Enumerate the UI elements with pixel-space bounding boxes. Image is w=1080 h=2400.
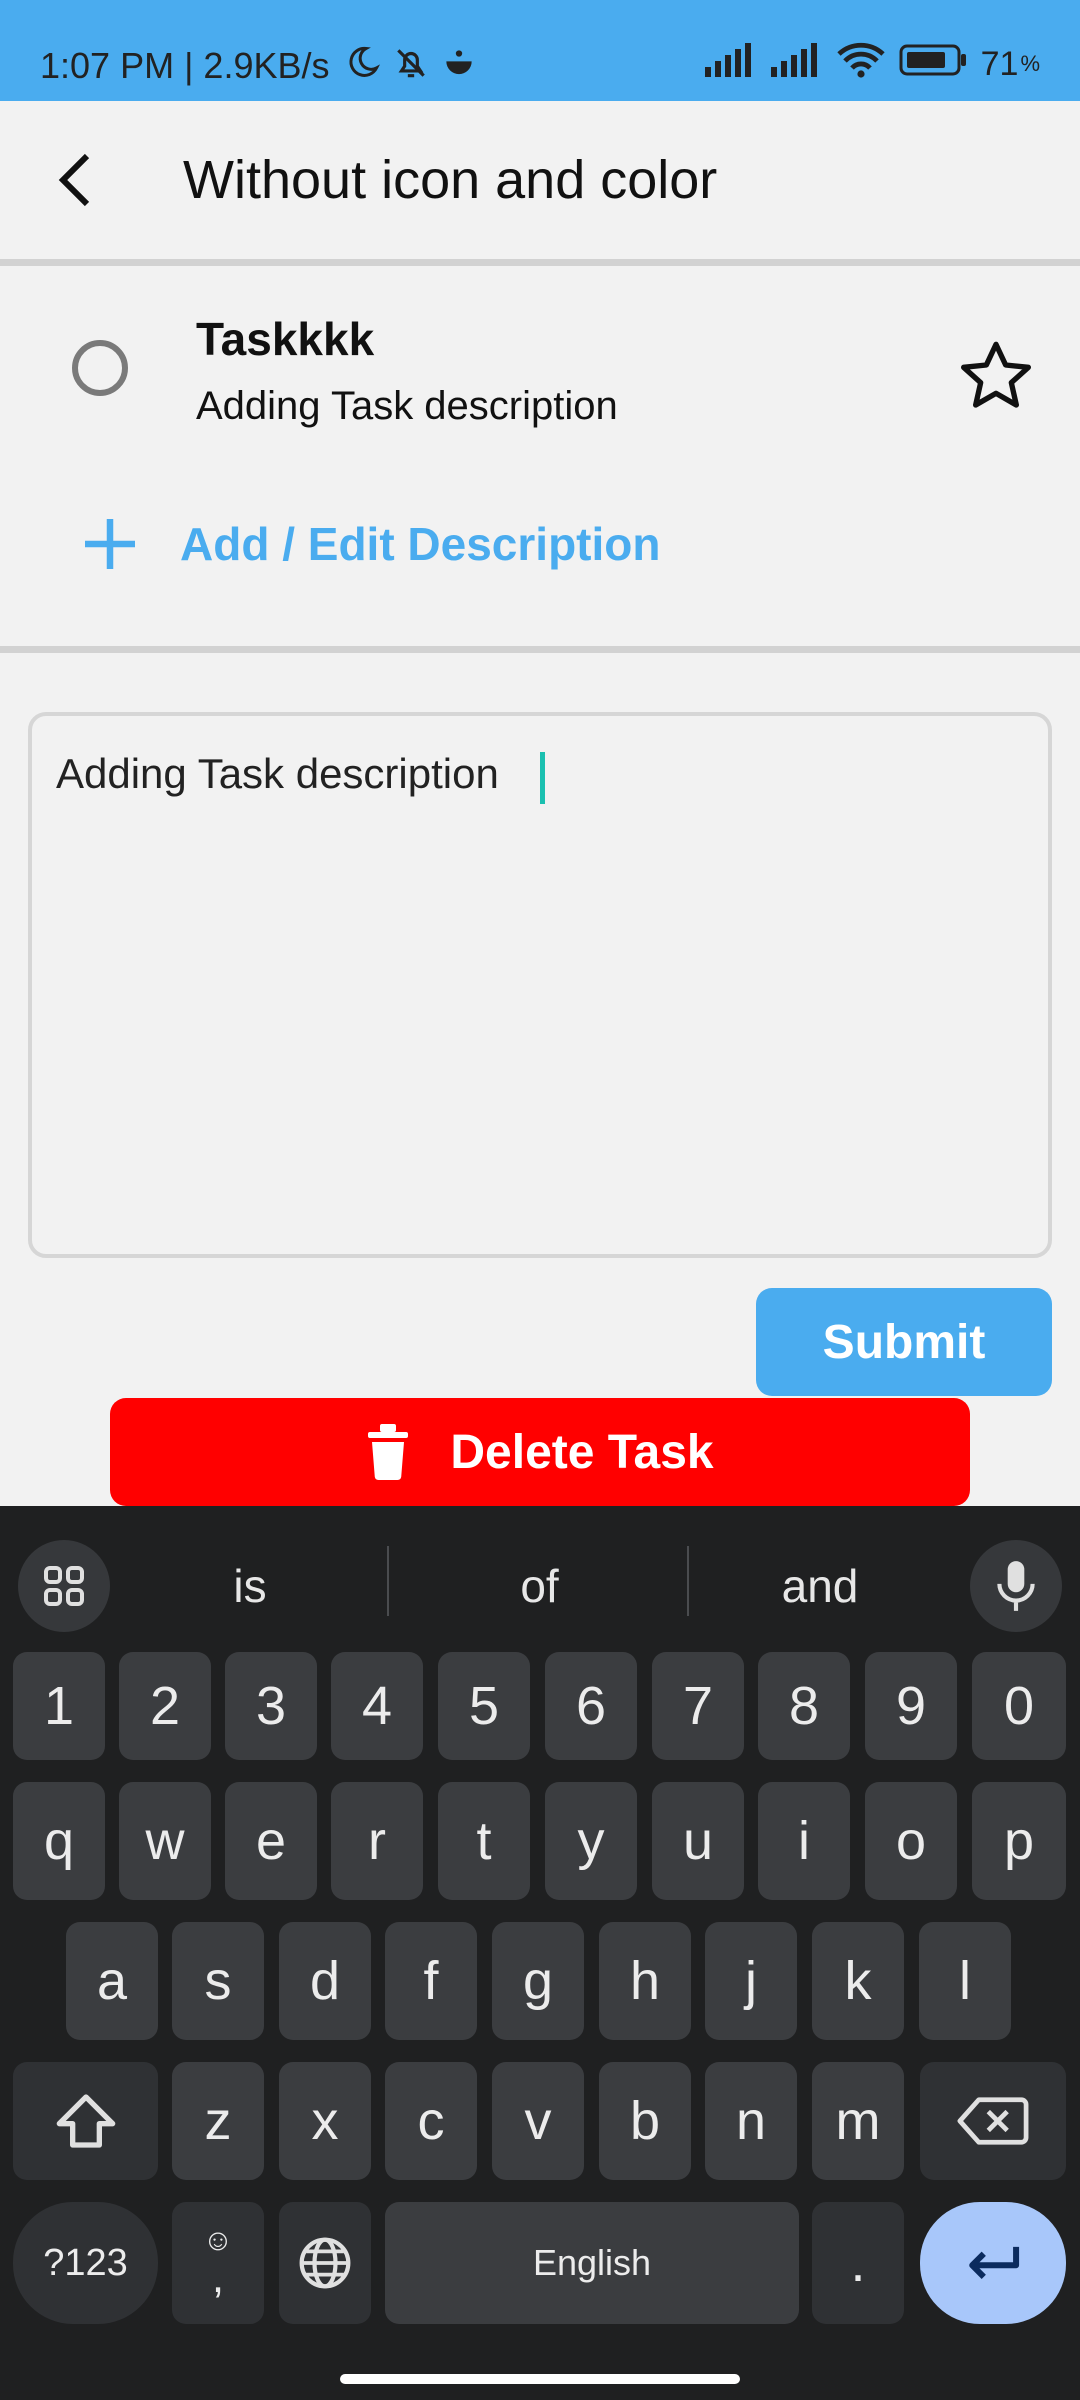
key-4[interactable]: 4 bbox=[331, 1652, 423, 1760]
task-title: Taskkkk bbox=[196, 313, 375, 365]
grid-icon bbox=[44, 1566, 84, 1606]
moon-icon bbox=[345, 44, 381, 85]
backspace-key[interactable] bbox=[920, 2062, 1066, 2180]
home-indicator[interactable] bbox=[340, 2374, 740, 2384]
app-bar: Without icon and color bbox=[0, 101, 1080, 259]
delete-task-button[interactable]: Delete Task bbox=[110, 1398, 970, 1506]
key-8[interactable]: 8 bbox=[758, 1652, 850, 1760]
key-z[interactable]: z bbox=[172, 2062, 264, 2180]
key-6[interactable]: 6 bbox=[545, 1652, 637, 1760]
status-right: 71% bbox=[704, 42, 1040, 86]
key-e[interactable]: e bbox=[225, 1782, 317, 1900]
key-r[interactable]: r bbox=[331, 1782, 423, 1900]
suggestion-2[interactable]: of bbox=[392, 1546, 687, 1626]
key-g[interactable]: g bbox=[492, 1922, 584, 2040]
key-1[interactable]: 1 bbox=[13, 1652, 105, 1760]
divider bbox=[0, 259, 1080, 266]
symbols-key[interactable]: ?123 bbox=[13, 2202, 158, 2324]
key-b[interactable]: b bbox=[599, 2062, 691, 2180]
key-k[interactable]: k bbox=[812, 1922, 904, 2040]
language-key[interactable] bbox=[279, 2202, 371, 2324]
text-caret bbox=[540, 752, 545, 804]
bell-off-icon bbox=[392, 44, 430, 87]
shift-icon bbox=[56, 2094, 115, 2148]
key-o[interactable]: o bbox=[865, 1782, 957, 1900]
key-l[interactable]: l bbox=[919, 1922, 1011, 2040]
back-button[interactable] bbox=[40, 145, 110, 215]
voice-input-button[interactable] bbox=[970, 1540, 1062, 1632]
suggestion-separator bbox=[387, 1546, 389, 1616]
star-icon bbox=[961, 341, 1031, 408]
signal-icon-2 bbox=[770, 43, 823, 85]
status-bar: 1:07 PM | 2.9KB/s 71% bbox=[0, 0, 1080, 101]
suggestion-3[interactable]: and bbox=[690, 1546, 950, 1626]
key-a[interactable]: a bbox=[66, 1922, 158, 2040]
page-title: Without icon and color bbox=[183, 150, 718, 210]
description-input-value: Adding Task description bbox=[56, 750, 499, 797]
key-u[interactable]: u bbox=[652, 1782, 744, 1900]
wifi-icon bbox=[836, 42, 885, 86]
shift-key[interactable] bbox=[13, 2062, 158, 2180]
microphone-icon bbox=[997, 1561, 1035, 1611]
key-w[interactable]: w bbox=[119, 1782, 211, 1900]
key-d[interactable]: d bbox=[279, 1922, 371, 2040]
key-p[interactable]: p bbox=[972, 1782, 1066, 1900]
add-edit-description-label: Add / Edit Description bbox=[180, 518, 661, 570]
suggestion-1[interactable]: is bbox=[110, 1546, 390, 1626]
back-arrow-icon bbox=[58, 153, 90, 207]
key-9[interactable]: 9 bbox=[865, 1652, 957, 1760]
space-key[interactable]: English bbox=[385, 2202, 799, 2324]
comma-key[interactable]: ☺ , bbox=[172, 2202, 264, 2324]
trash-icon bbox=[368, 1424, 409, 1480]
plus-icon bbox=[85, 519, 135, 569]
add-edit-description-button[interactable]: Add / Edit Description bbox=[80, 506, 660, 582]
key-t[interactable]: t bbox=[438, 1782, 530, 1900]
enter-icon bbox=[969, 2246, 1020, 2279]
task-description: Adding Task description bbox=[196, 384, 618, 428]
key-s[interactable]: s bbox=[172, 1922, 264, 2040]
battery-percent: 71 bbox=[980, 44, 1019, 83]
keyboard: is of and 1 2 3 4 5 6 7 8 9 0 q w e r t … bbox=[0, 1506, 1080, 2400]
battery-percent-unit: % bbox=[1020, 51, 1040, 76]
key-x[interactable]: x bbox=[279, 2062, 371, 2180]
status-time: 1:07 PM | 2.9KB/s bbox=[40, 45, 330, 86]
key-3[interactable]: 3 bbox=[225, 1652, 317, 1760]
app-notification-icon bbox=[440, 44, 478, 87]
suggestion-separator bbox=[687, 1546, 689, 1616]
key-2[interactable]: 2 bbox=[119, 1652, 211, 1760]
period-key[interactable]: . bbox=[812, 2202, 904, 2324]
submit-button[interactable]: Submit bbox=[756, 1288, 1052, 1396]
key-7[interactable]: 7 bbox=[652, 1652, 744, 1760]
keyboard-apps-button[interactable] bbox=[18, 1540, 110, 1632]
key-y[interactable]: y bbox=[545, 1782, 637, 1900]
star-button[interactable] bbox=[956, 336, 1036, 416]
task-complete-radio[interactable] bbox=[72, 340, 128, 396]
divider bbox=[0, 646, 1080, 653]
key-0[interactable]: 0 bbox=[972, 1652, 1066, 1760]
battery-icon bbox=[899, 43, 967, 85]
key-h[interactable]: h bbox=[599, 1922, 691, 2040]
signal-icon bbox=[704, 43, 757, 85]
key-f[interactable]: f bbox=[385, 1922, 477, 2040]
globe-icon bbox=[299, 2237, 351, 2289]
backspace-icon bbox=[957, 2097, 1029, 2145]
key-j[interactable]: j bbox=[705, 1922, 797, 2040]
emoji-icon: ☺ bbox=[202, 2224, 234, 2257]
key-v[interactable]: v bbox=[492, 2062, 584, 2180]
enter-key[interactable] bbox=[920, 2202, 1066, 2324]
key-i[interactable]: i bbox=[758, 1782, 850, 1900]
comma-label: , bbox=[211, 2253, 225, 2302]
key-n[interactable]: n bbox=[705, 2062, 797, 2180]
key-q[interactable]: q bbox=[13, 1782, 105, 1900]
key-c[interactable]: c bbox=[385, 2062, 477, 2180]
delete-task-label: Delete Task bbox=[450, 1425, 714, 1479]
key-m[interactable]: m bbox=[812, 2062, 904, 2180]
key-5[interactable]: 5 bbox=[438, 1652, 530, 1760]
